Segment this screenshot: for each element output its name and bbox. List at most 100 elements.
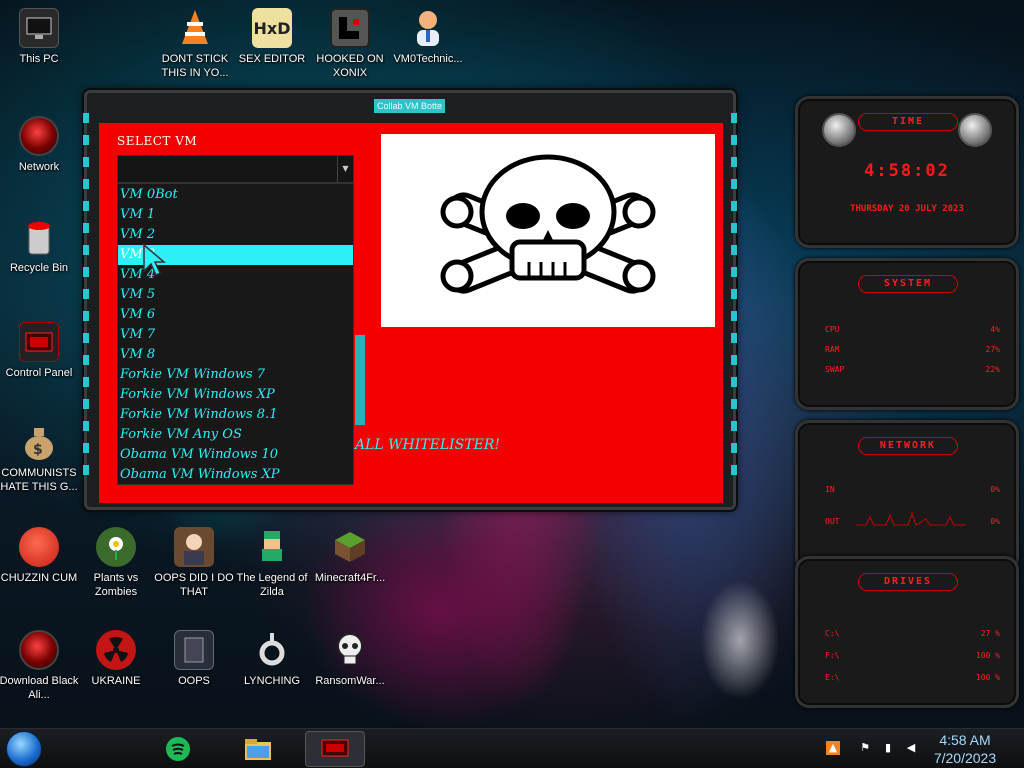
time-widget: TIME 4:58:02 THURSDAY 20 JULY 2023 <box>795 96 1019 248</box>
vlc-cone-icon <box>175 8 215 48</box>
drive-c-row: C:\ 27 % <box>825 629 1000 638</box>
start-button[interactable] <box>6 731 42 767</box>
flag-icon[interactable]: ⚑ <box>858 741 872 755</box>
preview-image <box>381 134 715 327</box>
desktop-icon-plants-vs-zombies[interactable]: Plants vs Zombies <box>76 527 156 599</box>
svg-text:$: $ <box>33 442 43 458</box>
select-vm-label: SELECT VM <box>117 134 198 148</box>
monitor-icon <box>19 8 59 48</box>
desktop-icon-label: The Legend of Zilda <box>236 572 308 598</box>
desktop-icon-label: UKRAINE <box>91 675 141 687</box>
desktop-icon-vm0technic[interactable]: VM0Technic... <box>388 8 468 66</box>
desktop-icon-label: COMMUNISTS HATE THIS G... <box>0 467 78 493</box>
vm-option[interactable]: VM 8 <box>118 345 353 365</box>
clock-date-text: 7/20/2023 <box>933 750 997 766</box>
desktop-icon-label: Control Panel <box>5 367 73 379</box>
vm-option[interactable]: VM 6 <box>118 305 353 325</box>
desktop-icon-oops-did-i[interactable]: OOPS DID I DO THAT <box>154 527 234 599</box>
vm-option[interactable]: Forkie VM Windows XP <box>118 385 353 405</box>
desktop-icon-ransomware[interactable]: RansomWar... <box>310 630 390 688</box>
desktop-icon-oops[interactable]: OOPS <box>154 630 234 688</box>
row-value: 100 % <box>975 673 1000 682</box>
taskbar: ▲ ⚑ ▮ ◀ 4:58 AM 7/20/2023 <box>0 728 1024 768</box>
window-right-accent <box>731 113 737 483</box>
row-label: C:\ <box>825 629 840 638</box>
row-value: 100 % <box>975 651 1000 660</box>
row-label: OUT <box>825 517 840 526</box>
row-value: 27% <box>985 345 1000 354</box>
desktop-icon-label: This PC <box>19 53 59 65</box>
collab-vm-botter-window[interactable]: Collab VM Botte SELECT VM ▼ VM 0Bot VM 1V… <box>83 90 737 510</box>
in-row: IN 0% <box>825 485 1000 494</box>
chuzzle-icon <box>19 527 59 567</box>
desktop-icon-lynching[interactable]: LYNCHING <box>232 630 312 688</box>
doctor-avatar-icon <box>408 8 448 48</box>
desktop-icon-download-black-ali[interactable]: Download Black Ali... <box>0 630 79 702</box>
desktop-icon-this-pc[interactable]: This PC <box>0 8 79 66</box>
volume-icon[interactable]: ◀ <box>904 741 918 755</box>
widget-title: SYSTEM <box>858 275 958 293</box>
vm-option[interactable]: VM 7 <box>118 325 353 345</box>
desktop-icon-label: Network <box>18 161 60 173</box>
chevron-down-icon[interactable]: ▼ <box>337 156 353 182</box>
hxd-editor-icon: HxD <box>252 8 292 48</box>
pixel-hero-icon <box>252 527 292 567</box>
alienware-orb-icon <box>19 630 59 670</box>
vm-option[interactable]: VM 0Bot <box>118 185 353 205</box>
money-bag-icon: $ <box>19 422 59 462</box>
network-icon[interactable]: ▮ <box>881 741 895 755</box>
drive-f-row: F:\ 100 % <box>825 651 1000 660</box>
desktop-icon-network[interactable]: Network <box>0 116 79 174</box>
row-label: SWAP <box>825 365 845 374</box>
vm-select-dropdown[interactable]: ▼ <box>117 155 354 183</box>
desktop-icon-label: CHUZZIN CUM <box>0 572 78 584</box>
action-button[interactable] <box>355 335 365 425</box>
collab-vm-app-icon[interactable] <box>305 731 365 767</box>
row-label: IN <box>825 485 835 494</box>
desktop-icon-communists[interactable]: $ COMMUNISTS HATE THIS G... <box>0 422 79 494</box>
widget-title: TIME <box>858 113 958 131</box>
desktop-icon-dont-stick[interactable]: DONT STICK THIS IN YO... <box>155 8 235 80</box>
desktop-icon-sex-editor[interactable]: HxD SEX EDITOR <box>232 8 312 66</box>
vm-option[interactable]: VM 5 <box>118 285 353 305</box>
widget-title: NETWORK <box>858 437 958 455</box>
vm-option[interactable]: VM 1 <box>118 205 353 225</box>
window-content: SELECT VM ▼ VM 0Bot VM 1 VM 2 VM 3 VM 4 VM 5V… <box>99 123 723 503</box>
warning-icon[interactable]: ▲ <box>826 741 840 755</box>
desktop-icon-control-panel[interactable]: Control Panel <box>0 322 79 380</box>
vm-option[interactable]: VM 2 <box>118 225 353 245</box>
whitelister-text: ALL WHITELISTER! <box>355 437 500 453</box>
recycle-bin-icon <box>19 217 59 257</box>
row-value: 0% <box>990 517 1000 526</box>
vm-option[interactable]: Obama VM Windows XP <box>118 465 353 485</box>
desktop-icon-label: Plants vs Zombies <box>93 572 139 598</box>
swap-row: SWAP 22% <box>825 365 1000 374</box>
vm-options-list[interactable]: VM 0Bot VM 1 VM 2 VM 3 VM 4 VM 5 VM 6 VM 7 VM 8F… <box>117 183 354 485</box>
taskbar-clock[interactable]: 4:58 AM 7/20/2023 <box>930 729 1000 767</box>
skull-icon <box>330 630 370 670</box>
desktop-icon-ukraine[interactable]: UKRAINE <box>76 630 156 688</box>
desktop-icon-label: OOPS <box>178 675 210 687</box>
desktop-icon-minecraft[interactable]: Minecraft4Fr... <box>310 527 390 585</box>
system-widget: SYSTEM CPU 4% RAM 27% SWAP 22% <box>795 258 1019 410</box>
desktop-icon-chuzzin[interactable]: CHUZZIN CUM <box>0 527 79 585</box>
spotify-icon[interactable] <box>155 731 201 767</box>
row-label: F:\ <box>825 651 840 660</box>
vm-option[interactable]: Forkie VM Windows 8.1 <box>118 405 353 425</box>
row-label: RAM <box>825 345 840 354</box>
desktop-icon-label: Recycle Bin <box>9 262 69 274</box>
vm-option[interactable]: Obama VM Windows 10 <box>118 445 353 465</box>
desktop-icon-label: HOOKED ON XONIX <box>316 53 384 79</box>
desktop-icon-hooked-on-xonix[interactable]: HOOKED ON XONIX <box>310 8 390 80</box>
clock-time-text: 4:58 AM <box>939 732 991 748</box>
desktop-icon-recycle-bin[interactable]: Recycle Bin <box>0 217 79 275</box>
file-explorer-icon[interactable] <box>235 731 281 767</box>
clock-time: 4:58:02 <box>864 161 950 181</box>
desktop-icon-legend-of-zilda[interactable]: The Legend of Zilda <box>232 527 312 599</box>
plant-icon <box>96 527 136 567</box>
vm-option[interactable]: Forkie VM Windows 7 <box>118 365 353 385</box>
row-value: 27 % <box>980 629 1000 638</box>
desktop-icon-label: SEX EDITOR <box>238 53 306 65</box>
vm-option[interactable]: Forkie VM Any OS <box>118 425 353 445</box>
window-left-accent <box>83 113 89 483</box>
